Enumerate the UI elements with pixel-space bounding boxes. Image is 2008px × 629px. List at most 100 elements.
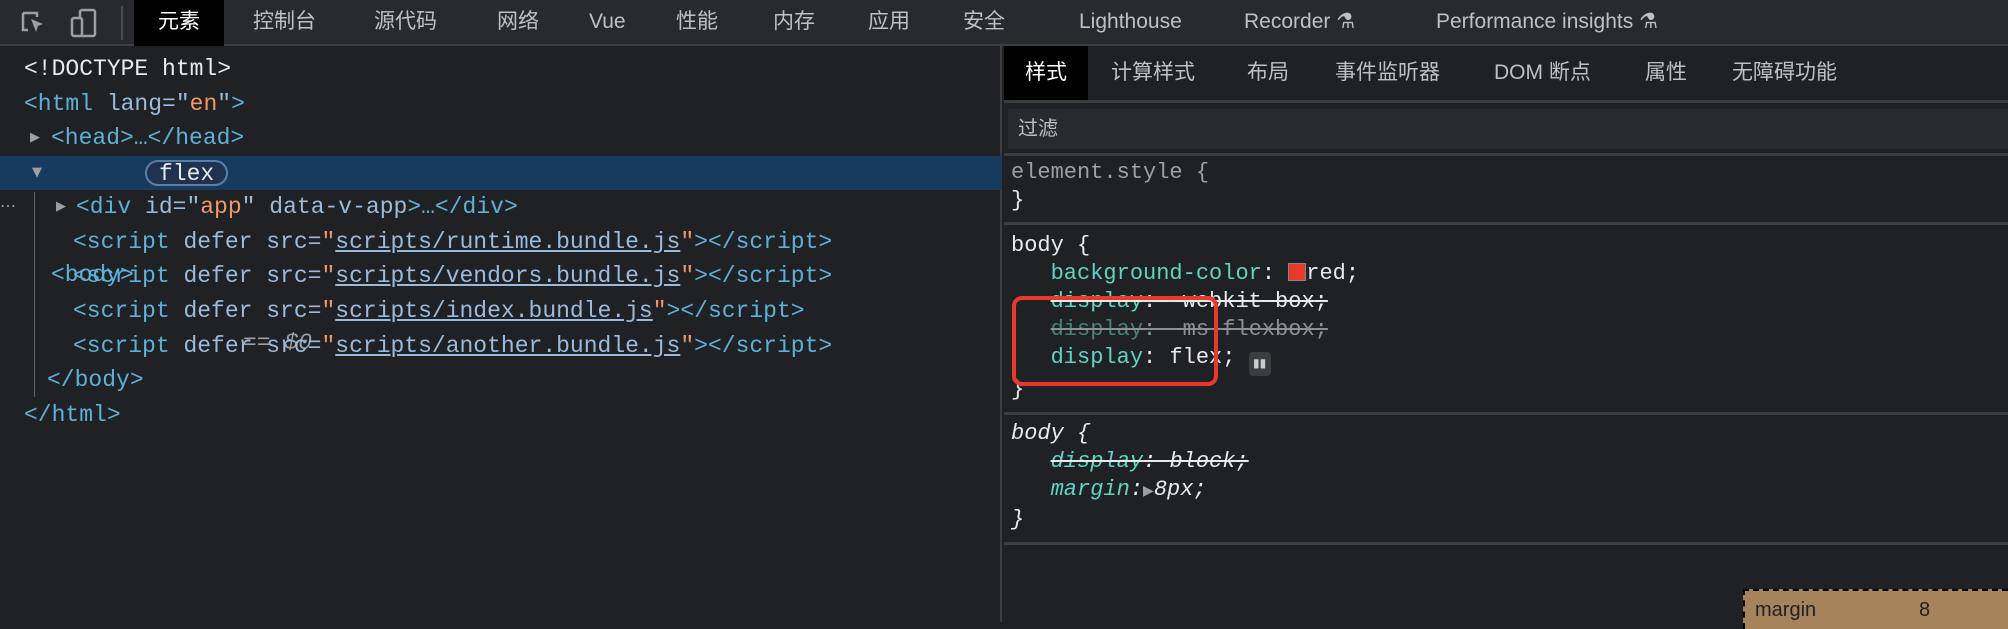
expand-triangle-icon[interactable]: ▶ [30,121,40,155]
selector: element.style { [1011,160,1210,185]
tab-network[interactable]: 网络 [497,0,539,46]
tag-name: <script [73,333,170,359]
tree-node-doctype[interactable]: <!DOCTYPE html> [0,52,1002,86]
tab-properties[interactable]: 属性 [1645,46,1687,100]
tree-node-html-close[interactable]: </html> [0,398,1002,432]
tree-node-head[interactable]: ▶ <head>…</head> [0,121,1002,155]
attr-name: defer src= [183,333,322,359]
property-name: display [1050,449,1144,474]
element-style-rule[interactable]: element.style { } [1011,159,1209,215]
tab-recorder-label: Recorder [1244,10,1331,33]
tab-elements[interactable]: 元素 [134,0,224,46]
tag-name: <script [73,229,170,255]
doctype-text: <!DOCTYPE html> [24,56,232,82]
tab-lighthouse[interactable]: Lighthouse [1079,0,1182,46]
script-src-link[interactable]: scripts/index.bundle.js [335,298,652,324]
tag-close: >…</div> [407,194,518,220]
tag-name: <html [24,91,94,117]
filter-input[interactable]: 过滤 [1008,109,2008,149]
inspect-element-icon[interactable] [20,10,46,36]
tab-vue[interactable]: Vue [589,0,626,46]
color-swatch[interactable] [1288,263,1307,281]
tag-name: <script [73,298,170,324]
css-declaration-overridden[interactable]: display: block; [1051,449,1249,474]
device-toolbar-icon[interactable] [70,8,98,38]
attr-value: app [200,194,242,220]
tab-event-listeners[interactable]: 事件监听器 [1335,46,1440,100]
attr-name: id [145,194,173,220]
selector: body { [1011,233,1091,258]
toolbar-divider [121,6,123,40]
attr-name: defer src= [183,229,322,255]
attr-name: data-v-app [269,194,408,220]
expand-triangle-icon[interactable]: ▶ [56,190,66,224]
experiment-flask-icon: ⚗ [1639,10,1658,33]
tab-console[interactable]: 控制台 [253,0,316,46]
divider [1004,153,2008,156]
close-brace: } [1011,188,1025,213]
tree-node-html[interactable]: <html lang="en"> [0,87,1002,121]
tree-node-body-close[interactable]: </body> [0,363,1002,397]
tab-application[interactable]: 应用 [868,0,910,46]
tree-node-div-app[interactable]: ▶ <div id="app" data-v-app>…</div> [0,190,1002,224]
tab-computed[interactable]: 计算样式 [1111,46,1195,100]
head-tag: <head>…</head> [51,125,245,151]
property-name: background-color [1050,261,1262,286]
tree-node-script[interactable]: <script defer src="scripts/runtime.bundl… [0,225,1002,259]
script-src-link[interactable]: scripts/runtime.bundle.js [335,229,680,255]
collapse-triangle-icon[interactable]: ▼ [32,156,42,190]
attr-name: defer src= [183,263,322,289]
tab-layout[interactable]: 布局 [1247,46,1289,100]
css-declaration[interactable]: background-color: red; [1051,261,1359,286]
devtools-toolbar: 元素 控制台 源代码 网络 Vue 性能 内存 应用 安全 Lighthouse… [0,0,2008,46]
css-declaration[interactable]: margin:▶8px; [1051,477,1207,502]
tag-close: </html> [24,402,121,428]
tab-performance-insights-label: Performance insights [1436,10,1634,33]
tag-close: ></script> [694,229,833,255]
tab-recorder[interactable]: Recorder ⚗ [1244,0,1355,46]
tree-node-body-selected[interactable]: ⋯ ▼ <body> flex == $0 [0,156,1002,356]
divider [1004,542,2008,545]
tab-dom-breakpoints[interactable]: DOM 断点 [1494,46,1591,100]
tab-accessibility[interactable]: 无障碍功能 [1732,46,1837,100]
property-value: block [1169,449,1236,474]
tag-name: <script [73,263,170,289]
expand-triangle-icon[interactable]: ▶ [1143,484,1154,500]
tag-name: <div [76,194,132,220]
tree-node-script[interactable]: <script defer src="scripts/vendors.bundl… [0,259,1002,293]
tree-node-script[interactable]: <script defer src="scripts/another.bundl… [0,329,1002,363]
flex-badge[interactable]: flex [145,160,229,186]
flexbox-editor-icon[interactable]: ▮▮ [1248,352,1271,376]
highlight-box [1012,296,1218,386]
tab-performance-insights[interactable]: Performance insights ⚗ [1436,0,1658,46]
tree-node-script[interactable]: <script defer src="scripts/index.bundle.… [0,294,1002,328]
property-value: red [1306,261,1346,286]
tab-sources[interactable]: 源代码 [374,0,437,46]
script-src-link[interactable]: scripts/another.bundle.js [335,333,680,359]
attr-name: lang [106,91,163,117]
box-model-margin[interactable]: margin 8 [1743,589,2008,629]
styles-pane: 样式 计算样式 布局 事件监听器 DOM 断点 属性 无障碍功能 过滤 elem… [1004,46,2008,629]
attr-name: defer src= [183,298,322,324]
tag-close: ></script> [694,333,833,359]
tag-close: </body> [47,367,144,393]
divider [1004,222,2008,225]
tab-memory[interactable]: 内存 [773,0,815,46]
divider [1004,412,2008,415]
user-agent-body-rule: body { display: block; margin:▶8px; } [1011,420,1249,534]
margin-value[interactable]: 8 [1919,599,1930,622]
tab-styles[interactable]: 样式 [1004,46,1088,100]
close-brace: } [1011,507,1025,532]
tab-performance[interactable]: 性能 [676,0,718,46]
script-src-link[interactable]: scripts/vendors.bundle.js [335,263,680,289]
margin-label: margin [1755,599,1817,621]
tag-close: ></script> [666,298,805,324]
property-name: margin [1050,477,1130,502]
attr-value: en [189,91,218,117]
divider [1004,100,2008,103]
property-value: 8px [1153,477,1194,502]
tag-close: ></script> [694,263,833,289]
tab-security[interactable]: 安全 [963,0,1005,46]
experiment-flask-icon: ⚗ [1336,10,1356,33]
selector: body { [1011,421,1091,446]
